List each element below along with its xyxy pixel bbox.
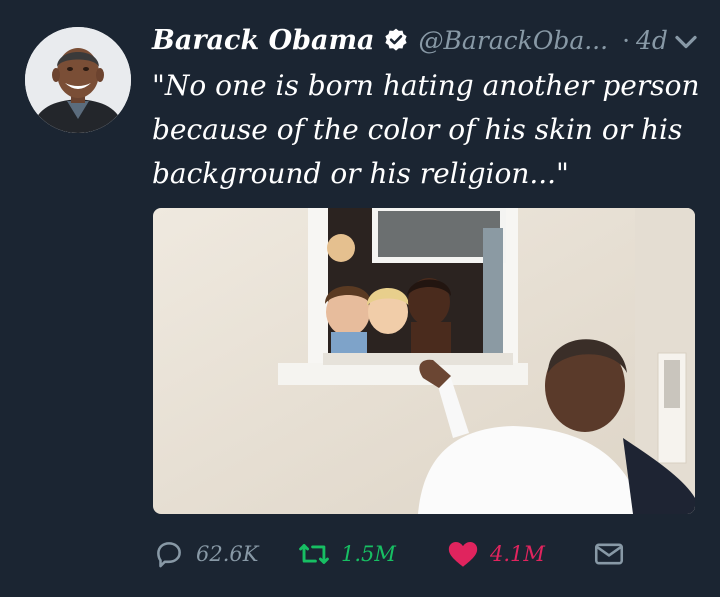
separator-dot: · — [622, 25, 631, 55]
retweet-icon — [299, 544, 329, 564]
avatar[interactable] — [25, 27, 131, 133]
like-count: 4.1M — [490, 542, 545, 566]
author-handle[interactable]: @BarackOba... — [419, 26, 609, 55]
author-name[interactable]: Barack Obama — [152, 25, 375, 56]
direct-message-button[interactable] — [592, 532, 626, 576]
reply-button[interactable]: 62.6K — [152, 532, 258, 576]
timestamp[interactable]: 4d — [636, 26, 668, 55]
tweet-photo[interactable] — [153, 208, 695, 514]
like-button[interactable]: 4.1M — [446, 532, 545, 576]
tweet-text-line: "No one is born hating another person — [152, 69, 700, 102]
tweet-header: Barack Obama @BarackOba... · 4d — [152, 18, 712, 62]
photo-illustration — [153, 208, 695, 514]
tweet-text-line: background or his religion..." — [152, 157, 569, 190]
tweet-text: "No one is born hating another person be… — [152, 64, 708, 196]
retweet-count: 1.5M — [341, 542, 396, 566]
tweet-text-line: because of the color of his skin or his — [152, 113, 683, 146]
reply-icon — [157, 542, 181, 568]
verified-badge-icon — [384, 28, 407, 51]
avatar-image — [25, 27, 131, 133]
retweet-button[interactable]: 1.5M — [297, 532, 396, 576]
heart-icon — [448, 541, 478, 567]
chevron-down-icon[interactable] — [668, 24, 704, 60]
reply-count: 62.6K — [196, 542, 259, 566]
direct-message-icon — [594, 543, 624, 565]
tweet-actions: 62.6K 1.5M 4.1M — [152, 532, 712, 576]
